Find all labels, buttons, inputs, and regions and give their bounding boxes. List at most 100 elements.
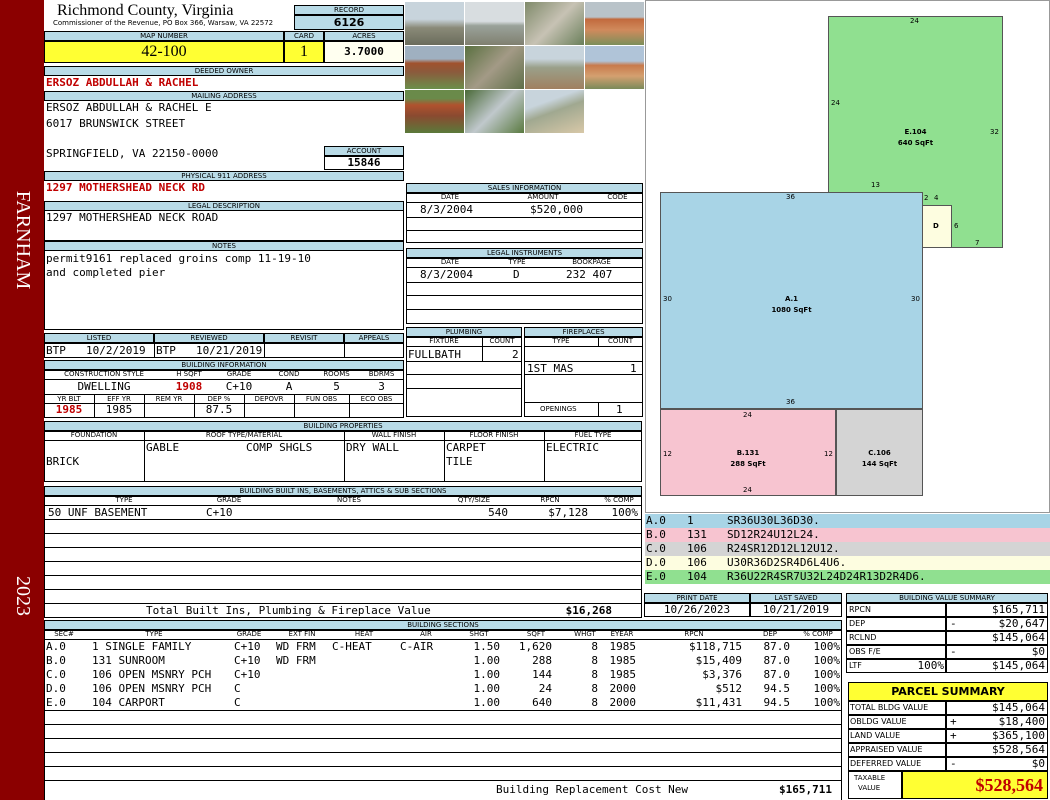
bi-header-cond: COND — [264, 370, 314, 380]
vs-label: RPCN — [849, 605, 871, 614]
bp-foundation: BRICK — [46, 455, 80, 468]
bs-cell-eyear: 1985 — [609, 640, 637, 653]
notes-line2: and completed pier — [46, 266, 166, 279]
ps-value: $0 — [1031, 757, 1045, 770]
building-sections-label: BUILDING SECTIONS — [44, 620, 842, 630]
builtins-total-value: $16,268 — [565, 604, 612, 617]
bp-header-wall: WALL FINISH — [344, 431, 444, 441]
bs-cell-rpcn: $118,715 — [689, 640, 742, 653]
bp-floor2: TILE — [446, 455, 473, 468]
sketch-b-name: B.131 — [736, 449, 760, 457]
legal-description-box — [44, 210, 404, 241]
bi-yrblt: 1985 — [55, 403, 83, 416]
value-summary-label: BUILDING VALUE SUMMARY — [846, 593, 1048, 603]
photo-thumbnail[interactable] — [405, 46, 464, 89]
bi-dep: 87.5 — [205, 403, 233, 416]
sketch-a-area: 1080 SqFt — [771, 306, 812, 314]
bs-cell-comp: 100% — [813, 696, 841, 709]
map-number-label: MAP NUMBER — [44, 31, 284, 41]
ps-label: LAND VALUE — [850, 731, 901, 740]
builtins-label: BUILDING BUILT INS, BASEMENTS, ATTICS & … — [44, 486, 642, 496]
photo-thumbnail[interactable] — [525, 90, 584, 133]
photo-thumbnail[interactable] — [525, 46, 584, 89]
bi-rooms: 5 — [333, 380, 340, 393]
openings-label: OPENINGS — [540, 405, 577, 413]
bs-cell-whgt: 8 — [591, 682, 598, 695]
vs-label: LTF — [849, 661, 862, 670]
openings-value: 1 — [616, 403, 623, 416]
mailing-line2: 6017 BRUNSWICK STREET — [46, 117, 186, 130]
print-date-label: PRINT DATE — [644, 593, 750, 603]
photo-thumbnail[interactable] — [585, 2, 644, 45]
bs-cell-rpcn: $15,409 — [695, 654, 742, 667]
photo-thumbnail[interactable] — [465, 46, 524, 89]
bs-cell-sec: B.0 — [46, 654, 66, 667]
building-info-label: BUILDING INFORMATION — [44, 360, 404, 370]
plumbing-header-count: COUNT — [482, 337, 522, 347]
bi-remyr — [144, 403, 194, 417]
side-district: FARNHAM — [12, 190, 34, 290]
map-number-value: 42-100 — [44, 41, 284, 63]
side-bar — [0, 0, 44, 800]
sketch-b-right: 12 — [824, 450, 833, 458]
sketch-e-right: 32 — [990, 128, 999, 136]
reviewed-by: BTP — [156, 344, 176, 357]
bs-header-shgt: SHGT — [454, 630, 504, 640]
bs-cell-eyear: 1985 — [609, 654, 637, 667]
record-label: RECORD — [294, 5, 404, 15]
bs-cell-heat: C-HEAT — [332, 640, 372, 653]
reviewed-label: REVIEWED — [154, 333, 264, 343]
sketch-d-w2: 4 — [934, 194, 939, 202]
bi-header-grade: GRADE — [214, 370, 264, 380]
bs-cell-whgt: 8 — [591, 640, 598, 653]
bs-header-sqft: SQFT — [504, 630, 568, 640]
sketch-e-name: E.104 — [904, 128, 927, 136]
photo-thumbnail[interactable] — [405, 90, 464, 133]
ps-label: OBLDG VALUE — [850, 717, 907, 726]
builtins-header-type: TYPE — [44, 496, 204, 506]
mailing-line1: ERSOZ ABDULLAH & RACHEL E — [46, 101, 212, 114]
sales-header-amount: AMOUNT — [494, 193, 592, 203]
bs-cell-shgt: 1.00 — [473, 668, 501, 681]
sketch-d-w1: 2 — [924, 194, 929, 202]
fireplaces-header-type: TYPE — [524, 337, 598, 347]
bi-funobs — [294, 403, 349, 417]
vs-value: $20,647 — [998, 617, 1045, 630]
acres-label: ACRES — [324, 31, 404, 41]
plumbing-count: 2 — [512, 348, 519, 361]
bp-roof-type: GABLE — [146, 441, 180, 454]
bp-header-fuel: FUEL TYPE — [544, 431, 642, 441]
vs-label: DEP — [849, 619, 866, 628]
vs-label: RCLND — [849, 633, 877, 642]
builtins-total-label: Total Built Ins, Plumbing & Fireplace Va… — [146, 604, 431, 617]
li-header-bookpage: BOOKPAGE — [540, 258, 643, 268]
sketch-e-left: 24 — [831, 99, 840, 107]
photo-thumbnail[interactable] — [405, 2, 464, 45]
photo-thumbnail[interactable] — [465, 2, 524, 45]
sketch-c-name: C.106 — [868, 449, 891, 457]
sales-amount: $520,000 — [530, 203, 583, 216]
bs-header-whgt: WHGT — [568, 630, 602, 640]
vs-pct — [880, 645, 944, 659]
photo-thumbnail[interactable] — [525, 2, 584, 45]
bs-cell-shgt: 1.00 — [473, 654, 501, 667]
vs-label: OBS F/E — [849, 647, 881, 656]
builtins-comp: 100% — [611, 506, 639, 519]
bi-hsqft: 1908 — [175, 380, 203, 393]
legend-row: A.0 1 SR36U30L36D30. — [645, 514, 1050, 528]
li-date: 8/3/2004 — [420, 268, 473, 281]
reviewed-date: 10/21/2019 — [196, 344, 263, 357]
record-value: 6126 — [294, 15, 404, 30]
sketch-d-name: D — [933, 222, 939, 230]
card-label: CARD — [284, 31, 324, 41]
vs-value: $145,064 — [992, 659, 1045, 672]
photo-thumbnail[interactable] — [585, 46, 644, 89]
bs-cell-shgt: 1.00 — [473, 696, 501, 709]
sketch-d-h: 6 — [954, 222, 959, 230]
bs-header-comp: % COMP — [794, 630, 842, 640]
vs-pct — [880, 603, 944, 617]
legend-row: D.0 106 U30R36D2SR4D6L4U6. — [645, 556, 1050, 570]
bs-cell-heat — [332, 696, 400, 710]
photo-thumbnail[interactable] — [465, 90, 524, 133]
bs-cell-sec: C.0 — [46, 668, 66, 681]
